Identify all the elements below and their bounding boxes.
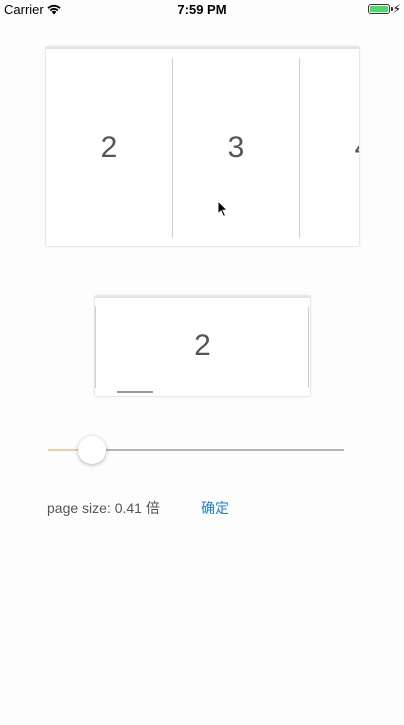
page-size-slider[interactable] <box>48 436 344 464</box>
charging-icon: ⚡ <box>392 2 401 16</box>
page-indicator <box>117 391 153 393</box>
page-number: 2 <box>100 131 118 164</box>
mouse-cursor-icon <box>217 200 229 218</box>
page-view-small[interactable]: 2 <box>95 296 310 396</box>
page-number: 4 <box>355 131 359 165</box>
page-card[interactable]: 3 <box>173 58 299 238</box>
page-card[interactable]: 2 <box>46 58 172 238</box>
page-view-large[interactable]: 2 3 4 <box>46 47 359 246</box>
screen: Carrier 7:59 PM ⚡ 2 3 4 2 <box>0 0 404 725</box>
page-number: 3 <box>227 131 245 164</box>
slider-thumb[interactable] <box>78 436 106 464</box>
clock-time: 7:59 PM <box>177 2 227 17</box>
pager-top-border <box>46 47 359 49</box>
page-size-label: page size: 0.41 倍 <box>47 500 160 516</box>
battery-level <box>370 6 388 12</box>
page-divider <box>308 306 309 388</box>
battery-icon <box>368 4 390 14</box>
page-card[interactable]: 4 <box>300 58 359 238</box>
confirm-button[interactable]: 确定 <box>201 498 229 518</box>
status-bar: Carrier 7:59 PM ⚡ <box>0 0 404 20</box>
page-card[interactable]: 2 <box>95 296 310 396</box>
page-number: 2 <box>194 329 211 362</box>
